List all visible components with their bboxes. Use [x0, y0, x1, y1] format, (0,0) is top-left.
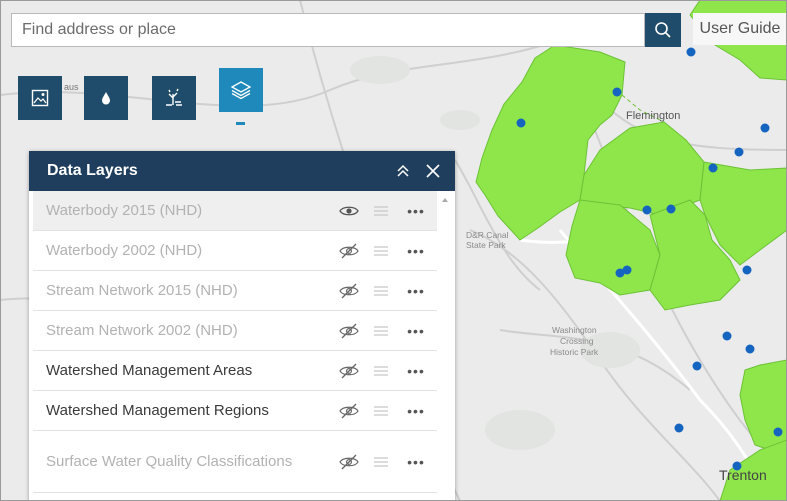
- layer-row-waterbody-2002[interactable]: Waterbody 2002 (NHD) •••: [33, 231, 437, 271]
- map-label-flemington: Flemington: [626, 110, 680, 122]
- panel-header: Data Layers: [29, 151, 455, 191]
- wetland-tool-button[interactable]: [152, 76, 196, 120]
- drag-handle-icon[interactable]: [373, 285, 389, 297]
- panel-scrollbar[interactable]: [439, 191, 451, 501]
- search-input[interactable]: [12, 14, 644, 46]
- eye-off-icon[interactable]: [338, 242, 360, 260]
- layer-row-stream-network-2015[interactable]: Stream Network 2015 (NHD) •••: [33, 271, 437, 311]
- drag-handle-icon[interactable]: [373, 365, 389, 377]
- layer-label: Watershed Management Regions: [46, 401, 269, 419]
- data-layers-panel: Data Layers Waterbody 2015 (NHD) ••• Wat…: [29, 151, 455, 501]
- layer-row-waterbody-2015[interactable]: Waterbody 2015 (NHD) •••: [33, 191, 437, 231]
- more-options-icon[interactable]: •••: [405, 321, 427, 341]
- search-icon: [655, 22, 671, 38]
- eye-icon[interactable]: [338, 202, 360, 220]
- more-options-icon[interactable]: •••: [405, 452, 427, 472]
- drag-handle-icon[interactable]: [373, 456, 389, 468]
- drag-handle-icon[interactable]: [373, 325, 389, 337]
- map-label-state-park: State Park: [466, 240, 506, 250]
- panel-title: Data Layers: [47, 162, 138, 179]
- close-button[interactable]: [423, 161, 443, 181]
- more-options-icon[interactable]: •••: [405, 281, 427, 301]
- drag-handle-icon[interactable]: [373, 245, 389, 257]
- user-guide-button[interactable]: User Guide: [693, 13, 787, 45]
- eye-off-icon[interactable]: [338, 362, 360, 380]
- layer-label: Waterbody 2002 (NHD): [46, 241, 203, 259]
- search-button[interactable]: [645, 13, 681, 47]
- double-chevron-up-icon: [397, 164, 409, 177]
- layer-label: Stream Network 2002 (NHD): [46, 321, 238, 339]
- map-label-dr-canal: D&R Canal: [466, 230, 509, 240]
- eye-off-icon[interactable]: [338, 402, 360, 420]
- layers-tool-button[interactable]: [219, 68, 263, 112]
- more-options-icon[interactable]: •••: [405, 361, 427, 381]
- eye-off-icon[interactable]: [338, 322, 360, 340]
- more-options-icon[interactable]: •••: [405, 201, 427, 221]
- map-label-trenton: Trenton: [719, 467, 767, 483]
- water-drop-icon: [102, 92, 110, 105]
- layer-label: Waterbody 2015 (NHD): [46, 201, 203, 219]
- layers-icon: [230, 81, 252, 100]
- drag-handle-icon[interactable]: [373, 205, 389, 217]
- layer-label: Watershed Management Areas: [46, 361, 253, 379]
- search-bar: [11, 13, 645, 47]
- layer-row-watershed-management-regions[interactable]: Watershed Management Regions •••: [33, 391, 437, 431]
- layer-row-stream-network-2002[interactable]: Stream Network 2002 (NHD) •••: [33, 311, 437, 351]
- layer-row-watershed-management-areas[interactable]: Watershed Management Areas •••: [33, 351, 437, 391]
- more-options-icon[interactable]: •••: [405, 401, 427, 421]
- map-label-partial: aus: [64, 82, 79, 92]
- layer-list: Waterbody 2015 (NHD) ••• Waterbody 2002 …: [33, 191, 437, 493]
- drag-handle-icon[interactable]: [373, 405, 389, 417]
- eye-off-icon[interactable]: [338, 453, 360, 471]
- layer-row-surface-water-quality[interactable]: Surface Water Quality Classifications ••…: [33, 431, 437, 493]
- layer-label: Stream Network 2015 (NHD): [46, 281, 238, 299]
- layer-label: Surface Water Quality Classifications: [46, 452, 293, 470]
- marsh-plant-icon: [166, 88, 182, 106]
- eye-off-icon[interactable]: [338, 282, 360, 300]
- active-tool-indicator: [236, 122, 245, 125]
- image-icon: [31, 89, 49, 107]
- scroll-up-icon[interactable]: [440, 195, 450, 205]
- map-label-washington: Washington: [552, 325, 597, 335]
- basemap-tool-button[interactable]: [18, 76, 62, 120]
- map-label-crossing: Crossing: [560, 336, 594, 346]
- map-label-historic-park: Historic Park: [550, 347, 599, 357]
- more-options-icon[interactable]: •••: [405, 241, 427, 261]
- collapse-button[interactable]: [393, 161, 413, 181]
- water-tool-button[interactable]: [84, 76, 128, 120]
- close-icon: [426, 164, 440, 178]
